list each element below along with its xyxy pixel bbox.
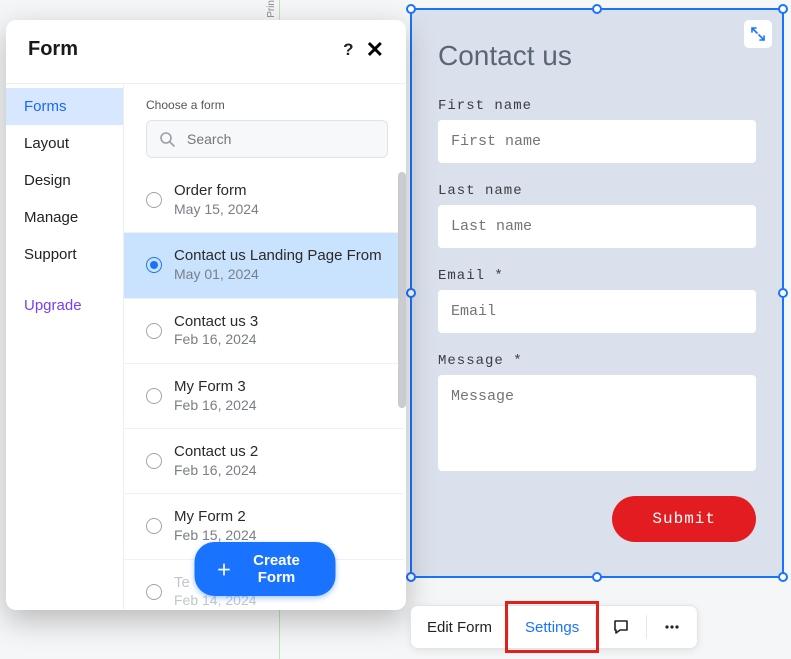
radio-icon[interactable] [146, 453, 162, 469]
popover-title: Form [28, 38, 78, 61]
last-name-field[interactable] [438, 205, 756, 248]
search-field-wrap[interactable] [146, 120, 388, 158]
settings-button[interactable]: Settings [509, 606, 595, 648]
form-item-date: Feb 16, 2024 [174, 331, 258, 349]
canvas-guideline-label: Prin [266, 0, 277, 18]
sidebar-item-support[interactable]: Support [6, 236, 123, 273]
form-list-item[interactable]: My Form 3Feb 16, 2024 [124, 364, 404, 429]
sidebar-item-forms[interactable]: Forms [6, 88, 123, 125]
comment-icon[interactable] [596, 606, 646, 648]
plus-icon: ＋ [217, 559, 232, 580]
form-list-item[interactable]: Contact us 2Feb 16, 2024 [124, 429, 404, 494]
edit-form-button[interactable]: Edit Form [411, 606, 508, 648]
last-name-label: Last name [438, 183, 756, 199]
help-icon[interactable]: ? [343, 40, 353, 60]
resize-handle-tc[interactable] [592, 4, 602, 14]
email-field[interactable] [438, 290, 756, 333]
element-toolbar: Edit Form Settings [410, 605, 698, 649]
more-icon[interactable] [647, 606, 697, 648]
sidebar-item-design[interactable]: Design [6, 162, 123, 199]
radio-icon[interactable] [146, 192, 162, 208]
form-item-name: Contact us 3 [174, 313, 258, 332]
create-form-label: Create Form [240, 552, 314, 586]
form-item-date: May 15, 2024 [174, 201, 259, 219]
submit-button[interactable]: Submit [612, 496, 756, 542]
form-list-item[interactable]: Contact us Landing Page FromMay 01, 2024 [124, 233, 404, 298]
first-name-label: First name [438, 98, 756, 114]
message-label: Message * [438, 353, 756, 369]
first-name-field[interactable] [438, 120, 756, 163]
search-input[interactable] [185, 130, 375, 148]
form-item-name: Order form [174, 182, 259, 201]
form-item-date: May 01, 2024 [174, 266, 382, 284]
radio-icon[interactable] [146, 323, 162, 339]
form-list-item[interactable]: Contact us 3Feb 16, 2024 [124, 299, 404, 364]
form-list-item[interactable]: Order formMay 15, 2024 [124, 168, 404, 233]
sidebar-item-upgrade[interactable]: Upgrade [6, 287, 123, 324]
search-icon [159, 131, 175, 147]
message-field[interactable] [438, 375, 756, 471]
form-settings-popover: Form ? ✕ Forms Layout Design Manage Supp… [6, 20, 406, 610]
form-item-name: Contact us 2 [174, 443, 258, 462]
popover-sidebar: Forms Layout Design Manage Support Upgra… [6, 84, 124, 610]
resize-handle-tl[interactable] [406, 4, 416, 14]
scrollbar-thumb[interactable] [398, 172, 406, 408]
contact-form-element[interactable]: Contact us First name Last name Email * … [410, 8, 784, 578]
resize-handle-tr[interactable] [778, 4, 788, 14]
radio-icon[interactable] [146, 518, 162, 534]
resize-handle-br[interactable] [778, 572, 788, 582]
choose-form-label: Choose a form [124, 84, 406, 120]
form-item-date: Feb 16, 2024 [174, 397, 257, 415]
email-label: Email * [438, 268, 756, 284]
sidebar-item-layout[interactable]: Layout [6, 125, 123, 162]
close-icon[interactable]: ✕ [366, 39, 384, 61]
create-form-button[interactable]: ＋ Create Form [195, 542, 336, 596]
form-item-name: Contact us Landing Page From [174, 247, 382, 266]
resize-handle-ml[interactable] [406, 288, 416, 298]
form-item-date: Feb 16, 2024 [174, 462, 258, 480]
resize-handle-bl[interactable] [406, 572, 416, 582]
sidebar-item-manage[interactable]: Manage [6, 199, 123, 236]
radio-icon[interactable] [146, 584, 162, 600]
form-item-name: My Form 3 [174, 378, 257, 397]
contact-form-title: Contact us [438, 40, 756, 72]
resize-handle-bc[interactable] [592, 572, 602, 582]
resize-handle-mr[interactable] [778, 288, 788, 298]
form-item-name: My Form 2 [174, 508, 257, 527]
radio-icon[interactable] [146, 388, 162, 404]
radio-icon[interactable] [146, 257, 162, 273]
expand-icon[interactable] [744, 20, 772, 48]
